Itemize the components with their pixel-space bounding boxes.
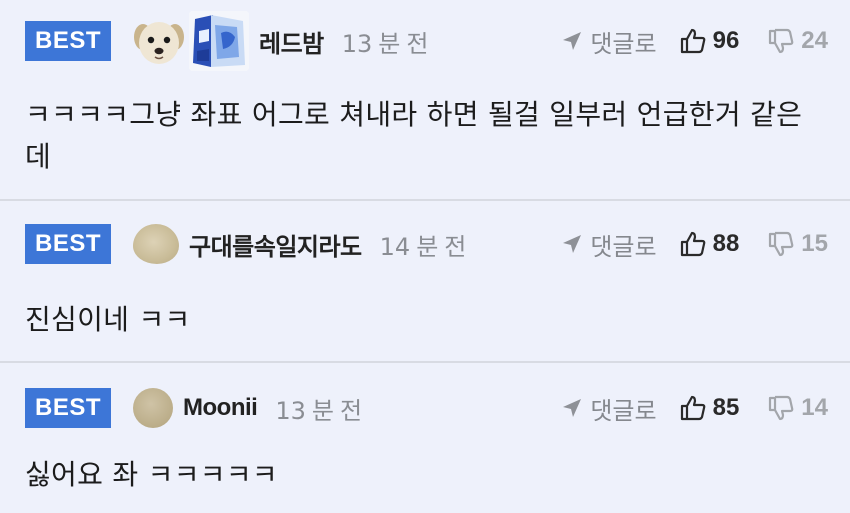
thumbs-down-icon xyxy=(769,231,794,257)
best-badge: BEST xyxy=(25,388,111,428)
dog-face-icon xyxy=(134,22,184,64)
nickname[interactable]: 레드밤 xyxy=(259,24,324,59)
downvote-count: 15 xyxy=(801,230,828,257)
best-badge: BEST xyxy=(25,21,111,61)
comment-text: 진심이네 ㅋㅋ xyxy=(25,303,191,336)
arrow-send-icon xyxy=(563,32,582,50)
upvote-count: 88 xyxy=(712,230,740,257)
comment-item: BEST 레드밤 13 분 전 댓글로 96 24 ㅋㅋㅋㅋ그냥 좌표 어그로 … xyxy=(0,0,850,199)
reply-button[interactable]: 댓글로 xyxy=(560,227,657,262)
time-suffix: 전 xyxy=(339,396,363,425)
thumbs-up-icon xyxy=(680,28,705,54)
timestamp: 13 분 전 xyxy=(342,24,435,59)
reply-label: 댓글로 xyxy=(590,232,657,261)
comment-text: 싫어요 좌 ㅋㅋㅋㅋㅋ xyxy=(25,458,278,491)
comment-header: BEST Moonii 13 분 전 댓글로 85 14 xyxy=(25,385,828,431)
time-unit: 분 xyxy=(416,232,439,261)
arrow-send-icon xyxy=(563,235,582,253)
arrow-send-icon xyxy=(563,399,582,417)
upvote-count: 96 xyxy=(712,27,740,54)
reply-label: 댓글로 xyxy=(590,396,657,425)
avatar[interactable] xyxy=(133,224,179,264)
time-suffix: 전 xyxy=(444,232,467,261)
downvote-button[interactable]: 24 xyxy=(767,27,828,55)
comment-list: BEST 레드밤 13 분 전 댓글로 96 24 ㅋㅋㅋㅋ그냥 좌표 어그로 … xyxy=(0,0,850,513)
downvote-button[interactable]: 14 xyxy=(767,394,828,422)
comment-item: BEST Moonii 13 분 전 댓글로 85 14 싫어요 좌 ㅋㅋㅋㅋㅋ xyxy=(0,361,850,513)
time-unit: 분 xyxy=(378,29,401,58)
upvote-button[interactable]: 96 xyxy=(679,27,740,55)
thumbs-down-icon xyxy=(769,395,794,421)
thumbs-up-icon xyxy=(680,395,705,421)
avatar[interactable] xyxy=(133,388,173,428)
upvote-count: 85 xyxy=(712,394,740,421)
downvote-count: 24 xyxy=(801,27,828,54)
reply-button[interactable]: 댓글로 xyxy=(560,391,657,426)
comment-item: BEST 구대를속일지라도 14 분 전 댓글로 88 15 진심이네 ㅋㅋ xyxy=(0,199,850,361)
timestamp: 13 분 전 xyxy=(275,391,368,426)
nickname[interactable]: 구대를속일지라도 xyxy=(189,227,362,262)
comment-header: BEST 레드밤 13 분 전 댓글로 96 24 xyxy=(25,11,828,71)
thumbs-up-icon xyxy=(680,231,705,257)
time-number: 13 xyxy=(341,29,373,58)
reply-label: 댓글로 xyxy=(590,29,657,58)
time-number: 14 xyxy=(379,232,411,261)
timestamp: 14 분 전 xyxy=(380,227,473,262)
downvote-button[interactable]: 15 xyxy=(767,230,828,258)
avatar[interactable] xyxy=(131,13,187,69)
comment-header: BEST 구대를속일지라도 14 분 전 댓글로 88 15 xyxy=(25,221,828,267)
nickname[interactable]: Moonii xyxy=(183,394,258,422)
upvote-button[interactable]: 88 xyxy=(679,230,740,258)
time-unit: 분 xyxy=(311,396,334,425)
thumbs-down-icon xyxy=(769,28,794,54)
avatar-badge-image xyxy=(189,11,249,71)
comment-text: ㅋㅋㅋㅋ그냥 좌표 어그로 쳐내라 하면 될걸 일부러 언급한거 같은데 xyxy=(25,98,803,173)
downvote-count: 14 xyxy=(801,394,828,421)
upvote-button[interactable]: 85 xyxy=(679,394,740,422)
reply-button[interactable]: 댓글로 xyxy=(560,24,657,59)
blue-character-icon xyxy=(189,11,249,71)
time-suffix: 전 xyxy=(406,29,429,58)
time-number: 13 xyxy=(275,396,306,425)
best-badge: BEST xyxy=(25,224,111,264)
